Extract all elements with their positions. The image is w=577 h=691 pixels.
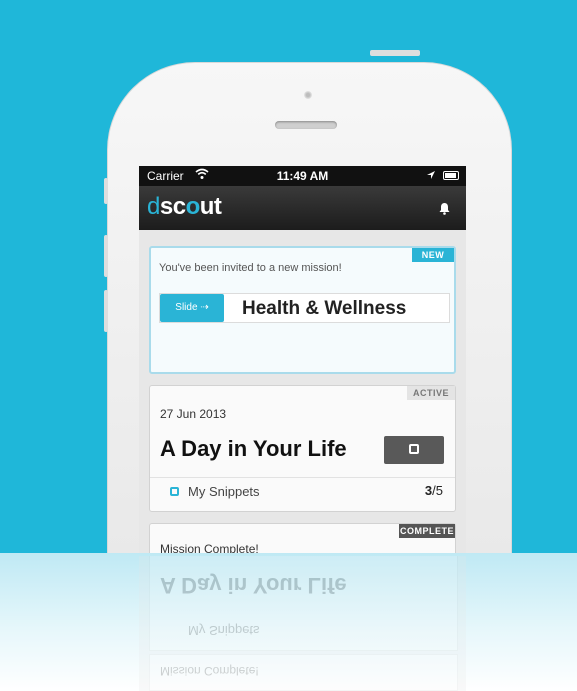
battery-icon: [443, 171, 459, 180]
app-navbar: dscout: [139, 186, 466, 230]
snippet-icon: [170, 487, 179, 496]
speaker-grille: [275, 121, 337, 129]
invite-text: You've been invited to a new mission!: [159, 262, 342, 274]
new-mission-card[interactable]: NEW You've been invited to a new mission…: [149, 246, 456, 374]
location-arrow-icon: [426, 169, 436, 183]
card-divider: [150, 477, 455, 478]
arrow-right-icon: ⇢: [200, 302, 209, 313]
reflection-active-card: My Snippets A Day in Your Life: [149, 556, 458, 651]
bell-icon[interactable]: [439, 202, 450, 220]
chat-button[interactable]: [384, 436, 444, 464]
active-badge: ACTIVE: [407, 386, 455, 400]
active-mission-card[interactable]: ACTIVE 27 Jun 2013 A Day in Your Life My…: [149, 385, 456, 512]
complete-badge: COMPLETE: [399, 524, 455, 538]
complete-mission-card[interactable]: COMPLETE Mission Complete!: [149, 523, 456, 553]
mission-complete-text: Mission Complete!: [160, 542, 259, 553]
phone-screen: Carrier 11:49 AM dscout NEW You've been …: [139, 166, 466, 553]
slide-to-accept[interactable]: Slide ⇢ Health & Wellness: [159, 293, 450, 323]
screen-reflection: Mission Complete! My Snippets A Day in Y…: [139, 556, 466, 691]
new-mission-name: Health & Wellness: [242, 298, 407, 319]
new-badge: NEW: [412, 248, 454, 262]
mission-date: 27 Jun 2013: [160, 407, 227, 421]
volume-down-button: [104, 290, 108, 332]
my-snippets-link[interactable]: My Snippets: [188, 484, 260, 499]
power-button: [370, 50, 420, 56]
dscout-logo: dscout: [147, 193, 222, 220]
reflection-complete-card: Mission Complete!: [149, 654, 458, 691]
chat-icon: [409, 444, 419, 454]
status-bar: Carrier 11:49 AM: [139, 166, 466, 186]
status-time: 11:49 AM: [276, 169, 329, 183]
mute-switch: [104, 178, 108, 204]
camera-icon: [304, 91, 312, 99]
slide-handle[interactable]: Slide ⇢: [160, 294, 224, 322]
mission-title: A Day in Your Life: [160, 436, 347, 461]
volume-up-button: [104, 235, 108, 277]
snippets-count: 3/5: [424, 483, 443, 498]
